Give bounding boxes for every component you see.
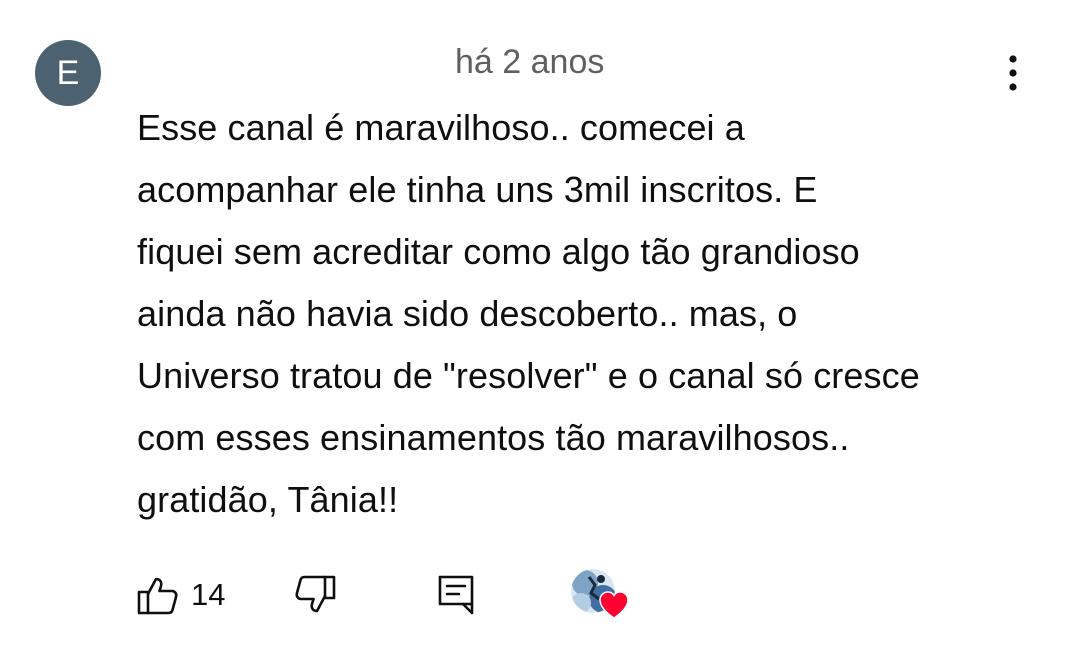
thumbs-down-icon: [295, 575, 336, 613]
more-vertical-icon: [1009, 55, 1017, 91]
creator-heart-badge: [569, 567, 631, 623]
comment-actions: 14: [137, 567, 697, 623]
author-avatar[interactable]: E: [35, 40, 101, 106]
dislike-button[interactable]: [294, 570, 336, 620]
like-count: 14: [191, 577, 226, 612]
author-initial: E: [56, 53, 80, 92]
comment-text: Esse canal é maravilhoso.. comecei a aco…: [137, 107, 920, 520]
comment-reply-icon: [438, 575, 474, 615]
comment-timestamp[interactable]: há 2 anos: [455, 42, 604, 82]
reply-button[interactable]: [437, 570, 475, 620]
comment-card: E há 2 anos Esse canal é maravilhoso.. c…: [0, 0, 1080, 651]
more-options-button[interactable]: [990, 50, 1036, 96]
heart-icon: [599, 591, 629, 619]
thumbs-up-icon: [137, 577, 178, 615]
like-button[interactable]: 14: [137, 570, 225, 620]
